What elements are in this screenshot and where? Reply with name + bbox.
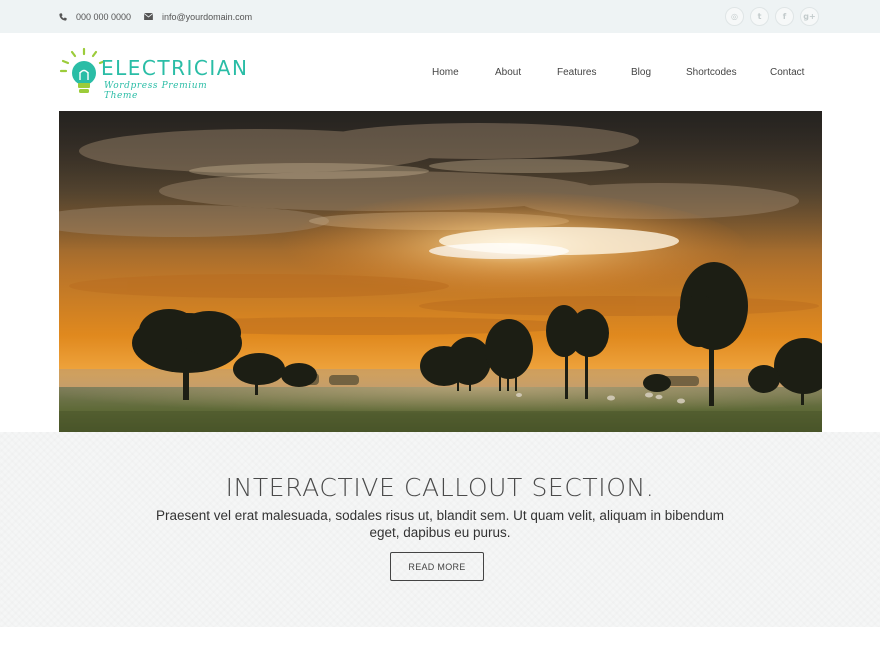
phone-contact[interactable]: 000 000 0000 xyxy=(59,0,131,33)
email-address: info@yourdomain.com xyxy=(162,11,253,22)
site-header: ELECTRICIAN Wordpress Premium Theme Home… xyxy=(0,33,880,111)
nav-shortcodes[interactable]: Shortcodes xyxy=(686,67,737,78)
callout-text: Praesent vel erat malesuada, sodales ris… xyxy=(155,508,725,540)
envelope-icon xyxy=(144,13,153,20)
social-links: ◎ t f g+ xyxy=(725,7,819,26)
nav-features[interactable]: Features xyxy=(557,67,596,78)
email-contact[interactable]: info@yourdomain.com xyxy=(144,0,252,33)
site-logo[interactable]: ELECTRICIAN Wordpress Premium Theme xyxy=(58,46,247,101)
logo-subtitle: Wordpress Premium Theme xyxy=(104,81,208,101)
nav-home[interactable]: Home xyxy=(432,67,459,78)
top-bar: 000 000 0000 info@yourdomain.com ◎ t f g… xyxy=(0,0,880,33)
nav-blog[interactable]: Blog xyxy=(631,67,651,78)
nav-about[interactable]: About xyxy=(495,67,521,78)
read-more-button[interactable]: READ MORE xyxy=(390,552,484,581)
facebook-icon[interactable]: f xyxy=(775,7,794,26)
google-plus-icon[interactable]: g+ xyxy=(800,7,819,26)
lightbulb-icon xyxy=(59,47,104,93)
dribbble-icon[interactable]: ◎ xyxy=(725,7,744,26)
twitter-icon[interactable]: t xyxy=(750,7,769,26)
logo-title: ELECTRICIAN xyxy=(101,56,249,80)
phone-number: 000 000 0000 xyxy=(76,11,132,22)
callout-title: INTERACTIVE CALLOUT SECTION. xyxy=(225,473,655,502)
nav-contact[interactable]: Contact xyxy=(770,67,804,78)
hero-image xyxy=(59,111,822,432)
phone-icon xyxy=(59,12,67,21)
callout-section: INTERACTIVE CALLOUT SECTION. Praesent ve… xyxy=(0,432,880,627)
